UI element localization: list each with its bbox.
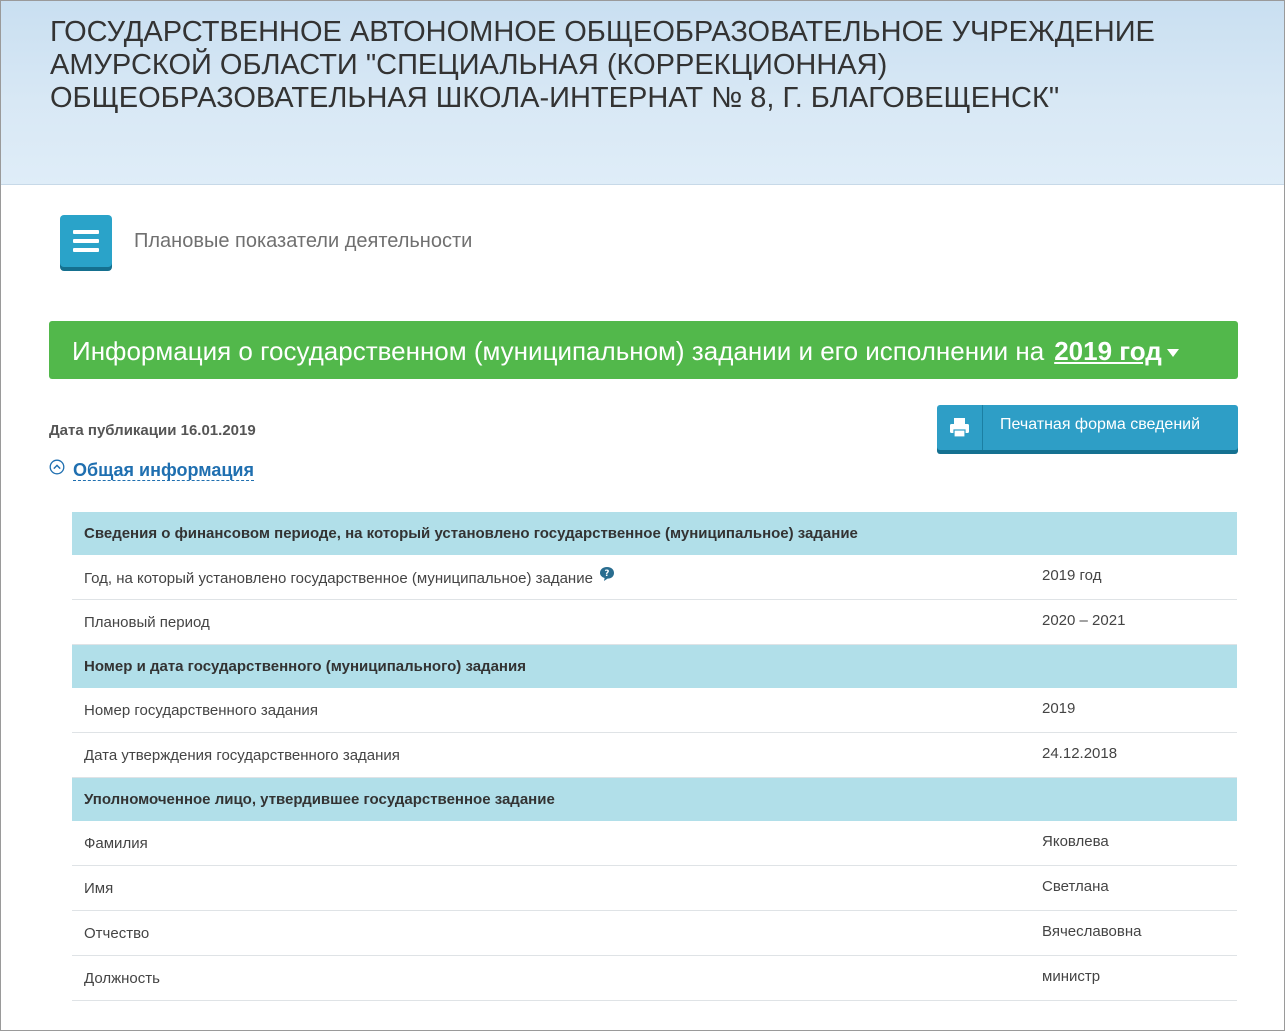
banner-text: Информация о государственном (муниципаль… — [72, 336, 1045, 366]
print-form-button-label: Печатная форма сведений — [1000, 416, 1201, 433]
general-info-label: Общая информация — [73, 460, 254, 481]
table-row: Должность министр — [72, 956, 1237, 1001]
table-row: Имя Светлана — [72, 866, 1237, 911]
menu-button[interactable] — [60, 215, 112, 267]
assignment-banner: Информация о государственном (муниципаль… — [49, 321, 1238, 379]
print-form-button[interactable]: Печатная форма сведений — [937, 405, 1238, 450]
section-name: Плановые показатели деятельности — [134, 230, 473, 252]
section-header: Уполномоченное лицо, утвердившее государ… — [72, 778, 1237, 821]
year-selector[interactable]: 2019 год — [1054, 336, 1179, 366]
table-row: Отчество Вячеславовна — [72, 911, 1237, 956]
chevron-up-circle-icon — [49, 459, 65, 480]
table-row: Год, на который установлено государствен… — [72, 555, 1237, 600]
section-header: Сведения о финансовом периоде, на которы… — [72, 512, 1237, 555]
help-icon[interactable]: ? — [599, 566, 615, 586]
row-label: Плановый период — [84, 614, 210, 631]
row-value: Вячеславовна — [1042, 923, 1142, 940]
table-row: Номер государственного задания 2019 — [72, 688, 1237, 733]
row-label: Номер государственного задания — [84, 702, 318, 719]
page-frame: ГОСУДАРСТВЕННОЕ АВТОНОМНОЕ ОБЩЕОБРАЗОВАТ… — [0, 0, 1285, 1031]
general-info-toggle[interactable]: Общая информация — [49, 459, 254, 482]
table-row: Плановый период 2020 – 2021 — [72, 600, 1237, 645]
printer-icon — [937, 405, 983, 450]
section-header: Номер и дата государственного (муниципал… — [72, 645, 1237, 688]
row-label: Дата утверждения государственного задани… — [84, 747, 400, 764]
row-label: Имя — [84, 880, 114, 897]
row-value: 24.12.2018 — [1042, 745, 1118, 762]
row-label: Должность — [84, 970, 160, 987]
row-value: министр — [1042, 968, 1101, 985]
row-value: 2019 год — [1042, 567, 1102, 584]
row-value: Светлана — [1042, 878, 1109, 895]
row-label: Отчество — [84, 925, 150, 942]
svg-text:?: ? — [604, 569, 609, 579]
general-info-table: Сведения о финансовом периоде, на которы… — [72, 512, 1237, 1001]
caret-down-icon — [1166, 349, 1179, 358]
row-label: Год, на который установлено государствен… — [84, 569, 593, 587]
row-value: 2020 – 2021 — [1042, 612, 1126, 629]
row-value: Яковлева — [1042, 833, 1109, 850]
row-label: Фамилия — [84, 835, 148, 852]
table-row: Дата утверждения государственного задани… — [72, 733, 1237, 778]
publication-date: Дата публикации 16.01.2019 — [49, 422, 256, 439]
row-value: 2019 — [1042, 700, 1076, 717]
year-selector-label: 2019 год — [1054, 336, 1162, 366]
table-row: Фамилия Яковлева — [72, 821, 1237, 866]
site-header: ГОСУДАРСТВЕННОЕ АВТОНОМНОЕ ОБЩЕОБРАЗОВАТ… — [1, 1, 1284, 185]
organization-title: ГОСУДАРСТВЕННОЕ АВТОНОМНОЕ ОБЩЕОБРАЗОВАТ… — [50, 16, 1155, 114]
